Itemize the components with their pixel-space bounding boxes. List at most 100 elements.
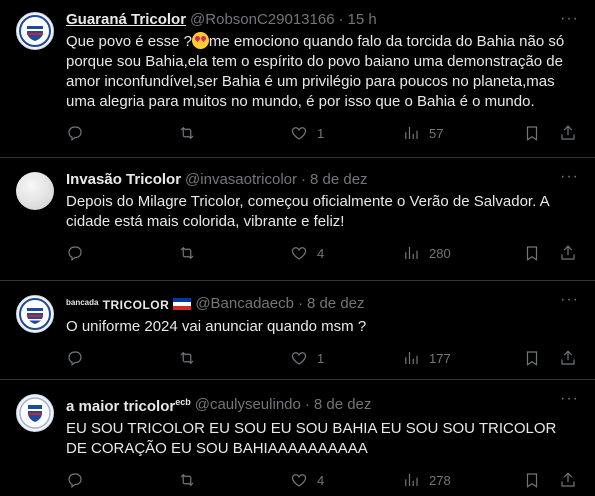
tweet-tail-actions: [523, 244, 577, 262]
tweet-actions: 1 57: [66, 124, 579, 142]
timestamp[interactable]: 8 de dez: [307, 294, 365, 314]
bahia-crest-icon: [19, 397, 51, 429]
view-count: 57: [429, 125, 444, 141]
heart-icon: [291, 352, 307, 365]
retweet-button[interactable]: [178, 124, 290, 142]
tweet[interactable]: Guaraná Tricolor @RobsonC29013166 · 15 h…: [0, 0, 595, 158]
more-options-icon[interactable]: ···: [560, 292, 579, 308]
display-name-part: bancada: [66, 298, 99, 307]
views-icon: [405, 247, 418, 259]
share-icon[interactable]: [559, 471, 577, 489]
reply-icon: [68, 246, 82, 261]
retweet-button[interactable]: [178, 349, 290, 367]
tweet-actions: 1 177: [66, 349, 579, 367]
separator-dot: ·: [338, 11, 344, 28]
tweet-text: Depois do Milagre Tricolor, começou ofic…: [66, 193, 549, 230]
reply-icon: [68, 351, 82, 366]
user-handle[interactable]: @Bancadaecb: [195, 294, 294, 314]
heart-eyes-emoji-icon: [191, 32, 209, 49]
tweet-tail-actions: [523, 124, 577, 142]
reply-button[interactable]: [66, 244, 178, 262]
like-count: 1: [317, 125, 325, 141]
timestamp[interactable]: 15 h: [348, 10, 377, 30]
like-button[interactable]: 4: [290, 471, 402, 489]
views-button[interactable]: 278: [402, 471, 520, 489]
separator-dot: ·: [304, 395, 310, 413]
tweet-text: Que povo é esse ? me emociono quando falo…: [66, 32, 579, 112]
views-button[interactable]: 280: [402, 244, 520, 262]
avatar[interactable]: [16, 172, 54, 210]
bookmark-icon[interactable]: [523, 244, 541, 262]
tweet-text-part: Que povo é esse ?: [66, 33, 192, 50]
tweet-header: bancada TRICOLOR @Bancadaecb · 8 de dez: [66, 293, 579, 315]
more-options-icon[interactable]: ···: [560, 169, 579, 185]
separator-dot: ·: [297, 295, 303, 312]
tweet[interactable]: Invasão Tricolor @invasaotricolor · 8 de…: [0, 158, 595, 281]
tweet-tail-actions: [523, 471, 577, 489]
tweet-tail-actions: [523, 349, 577, 367]
tweet-actions: 4 280: [66, 244, 579, 262]
bookmark-icon[interactable]: [523, 471, 541, 489]
like-button[interactable]: 1: [290, 124, 402, 142]
views-icon: [405, 352, 418, 364]
retweet-icon: [180, 351, 194, 365]
user-handle[interactable]: @invasaotricolor: [185, 170, 297, 190]
retweet-icon: [180, 126, 194, 140]
heart-icon: [291, 127, 307, 140]
user-handle[interactable]: @RobsonC29013166: [190, 10, 335, 30]
reply-icon: [68, 126, 82, 141]
like-count: 4: [317, 245, 325, 261]
reply-button[interactable]: [66, 471, 178, 489]
retweet-button[interactable]: [178, 244, 290, 262]
like-count: 1: [317, 350, 325, 366]
more-options-icon[interactable]: ···: [560, 11, 579, 27]
bahia-crest-icon: [19, 298, 51, 330]
like-button[interactable]: 4: [290, 244, 402, 262]
share-icon[interactable]: [559, 124, 577, 142]
display-name[interactable]: a maior tricolorecb: [66, 392, 191, 417]
like-button[interactable]: 1: [290, 349, 402, 367]
timestamp[interactable]: 8 de dez: [310, 170, 368, 190]
avatar[interactable]: [16, 12, 54, 50]
reply-button[interactable]: [66, 124, 178, 142]
retweet-button[interactable]: [178, 471, 290, 489]
display-name[interactable]: bancada TRICOLOR: [66, 293, 169, 315]
display-name[interactable]: Invasão Tricolor: [66, 170, 181, 190]
reply-icon: [68, 473, 82, 488]
tweet[interactable]: a maior tricolorecb @caulyseulindo · 8 d…: [0, 380, 595, 496]
flag-icon: [173, 298, 192, 310]
view-count: 280: [429, 245, 451, 261]
share-icon[interactable]: [559, 244, 577, 262]
views-button[interactable]: 177: [402, 349, 520, 367]
view-count: 278: [429, 472, 451, 488]
heart-icon: [291, 247, 307, 260]
display-name-part: ecb: [175, 397, 191, 407]
bookmark-icon[interactable]: [523, 349, 541, 367]
display-name[interactable]: Guaraná Tricolor: [66, 10, 186, 30]
views-button[interactable]: 57: [402, 124, 520, 142]
display-name-part: TRICOLOR: [102, 298, 170, 312]
more-options-icon[interactable]: ···: [560, 391, 579, 407]
tweet-header: a maior tricolorecb @caulyseulindo · 8 d…: [66, 392, 579, 417]
tweet-actions: 4 278: [66, 471, 579, 489]
tweet[interactable]: bancada TRICOLOR @Bancadaecb · 8 de dez …: [0, 281, 595, 380]
user-handle[interactable]: @caulyseulindo: [195, 395, 301, 415]
views-icon: [405, 127, 418, 139]
like-count: 4: [317, 472, 325, 488]
view-count: 177: [429, 350, 451, 366]
tweet-text: O uniforme 2024 vai anunciar quando msm …: [66, 318, 367, 335]
bahia-crest-icon: [19, 15, 51, 47]
heart-icon: [291, 474, 307, 487]
timestamp[interactable]: 8 de dez: [314, 395, 372, 415]
share-icon[interactable]: [559, 349, 577, 367]
separator-dot: ·: [300, 171, 306, 188]
retweet-icon: [180, 246, 194, 260]
avatar[interactable]: [16, 394, 54, 432]
tweet-text: EU SOU TRICOLOR EU SOU EU SOU BAHIA EU S…: [66, 420, 557, 457]
avatar[interactable]: [16, 295, 54, 333]
tweet-header: Invasão Tricolor @invasaotricolor · 8 de…: [66, 170, 579, 190]
reply-button[interactable]: [66, 349, 178, 367]
timeline-feed: Guaraná Tricolor @RobsonC29013166 · 15 h…: [0, 0, 595, 496]
display-name-part: a maior tricolor: [66, 398, 176, 415]
bookmark-icon[interactable]: [523, 124, 541, 142]
